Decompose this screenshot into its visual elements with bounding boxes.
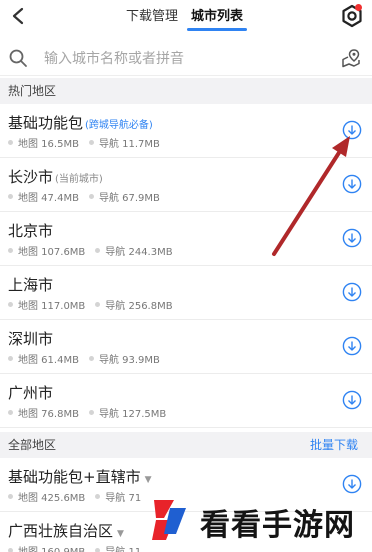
city-name: 长沙市 (当前城市) <box>8 168 103 186</box>
tab-city-list[interactable]: 城市列表 <box>186 7 248 31</box>
back-button[interactable] <box>6 4 30 28</box>
status-dot <box>95 248 101 253</box>
map-size: 地图 107.6MB <box>18 247 86 258</box>
city-tag: (跨城导航必备) <box>85 120 153 131</box>
list-item[interactable]: 北京市 地图 107.6MB 导航 244.3MB <box>0 212 372 266</box>
download-icon[interactable] <box>342 282 362 302</box>
status-dot <box>95 302 101 307</box>
status-dot <box>88 194 94 199</box>
map-size: 地图 117.0MB <box>18 301 86 312</box>
watermark-text: 看看手游网 <box>200 508 355 543</box>
status-dot <box>88 356 94 361</box>
download-icon[interactable] <box>342 228 362 248</box>
section-all-regions: 全部地区 批量下载 <box>0 432 372 458</box>
status-dot <box>8 140 13 145</box>
region-name: 广西壮族自治区 ▼ <box>8 522 124 540</box>
status-dot <box>95 548 101 552</box>
status-dot <box>8 356 13 361</box>
status-dot <box>8 548 13 552</box>
status-dot <box>8 248 13 253</box>
map-location-icon[interactable] <box>340 47 362 69</box>
city-name: 深圳市 <box>8 330 54 348</box>
list-item[interactable]: 基础功能包 (跨城导航必备) 地图 16.5MB 导航 11.7MB <box>0 104 372 158</box>
status-dot <box>8 494 13 499</box>
search-input[interactable] <box>44 48 324 70</box>
nav-size: 导航 127.5MB <box>98 409 167 420</box>
map-size: 地图 16.5MB <box>18 139 79 150</box>
download-icon[interactable] <box>342 390 362 410</box>
watermark: 看看手游网 <box>130 488 372 552</box>
top-bar: 下载管理 城市列表 <box>0 0 372 36</box>
region-name: 基础功能包+直辖市 ▼ <box>8 468 152 486</box>
nav-size: 导航 11.7MB <box>98 139 160 150</box>
status-dot <box>88 140 94 145</box>
download-icon[interactable] <box>342 336 362 356</box>
batch-download-button[interactable]: 批量下载 <box>310 432 358 458</box>
list-item[interactable]: 深圳市 地图 61.4MB 导航 93.9MB <box>0 320 372 374</box>
map-size: 地图 76.8MB <box>18 409 79 420</box>
city-name: 广州市 <box>8 384 54 402</box>
section-title: 全部地区 <box>8 438 57 452</box>
back-arrow-icon <box>12 7 24 25</box>
list-item[interactable]: 长沙市 (当前城市) 地图 47.4MB 导航 67.9MB <box>0 158 372 212</box>
nav-size: 导航 256.8MB <box>105 301 173 312</box>
map-size: 地图 47.4MB <box>18 193 79 204</box>
map-size: 地图 425.6MB <box>18 493 86 504</box>
city-name: 北京市 <box>8 222 54 240</box>
status-dot <box>88 410 94 415</box>
map-size: 地图 61.4MB <box>18 355 79 366</box>
status-dot <box>8 410 13 415</box>
city-tag: (当前城市) <box>55 174 103 185</box>
map-size: 地图 160.9MB <box>18 543 85 552</box>
nav-size: 导航 67.9MB <box>98 193 160 204</box>
download-icon[interactable] <box>342 174 362 194</box>
expand-caret-icon[interactable]: ▼ <box>117 529 124 539</box>
list-item[interactable]: 上海市 地图 117.0MB 导航 256.8MB <box>0 266 372 320</box>
watermark-logo-icon <box>152 500 186 540</box>
city-name: 基础功能包 (跨城导航必备) <box>8 114 153 132</box>
city-name: 上海市 <box>8 276 54 294</box>
list-item[interactable]: 广州市 地图 76.8MB 导航 127.5MB <box>0 374 372 428</box>
tab-download-manage[interactable]: 下载管理 <box>126 7 178 31</box>
expand-caret-icon[interactable]: ▼ <box>145 475 152 485</box>
status-dot <box>95 494 101 499</box>
search-icon <box>9 49 27 67</box>
notification-dot <box>355 4 362 11</box>
download-icon[interactable] <box>342 120 362 140</box>
nav-size: 导航 244.3MB <box>105 247 173 258</box>
status-dot <box>8 194 13 199</box>
status-dot <box>8 302 13 307</box>
nav-size: 导航 93.9MB <box>98 355 160 366</box>
section-hot-regions: 热门地区 <box>0 78 372 104</box>
search-bar <box>0 40 372 76</box>
